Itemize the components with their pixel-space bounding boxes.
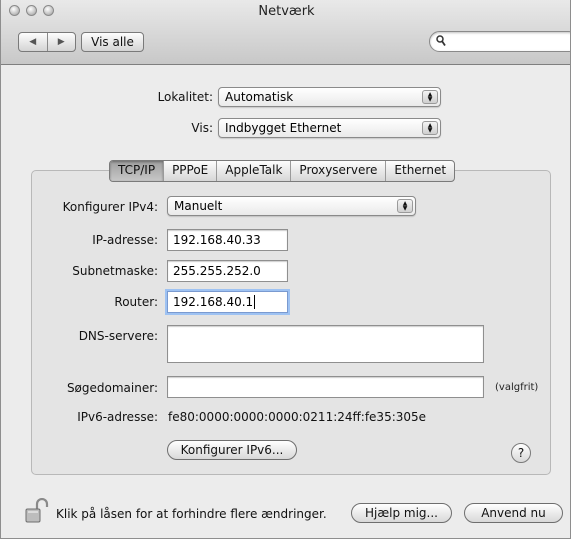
lock-icon[interactable] xyxy=(25,498,49,524)
router-field[interactable]: 192.168.40.1 xyxy=(167,291,288,313)
help-button[interactable]: Hjælp mig... xyxy=(351,503,452,523)
ip-address-label: IP-adresse: xyxy=(92,233,158,247)
apply-button[interactable]: Anvend nu xyxy=(464,503,563,523)
location-popup[interactable]: Automatisk ▲ ▼ xyxy=(218,87,441,107)
dns-servers-field[interactable] xyxy=(167,325,484,363)
network-preferences-window: Netværk ◀ ▶ Vis alle Lokalitet: Automati… xyxy=(0,0,571,539)
configure-ipv4-value: Manuelt xyxy=(174,199,223,213)
ipv6-address-value: fe80:0000:0000:0000:0211:24ff:fe35:305e xyxy=(168,410,427,424)
location-label: Lokalitet: xyxy=(157,90,213,104)
search-domains-label: Søgedomainer: xyxy=(66,381,158,395)
popup-arrows-icon: ▲ ▼ xyxy=(422,121,438,135)
forward-button[interactable]: ▶ xyxy=(48,33,76,51)
configure-ipv6-button[interactable]: Konfigurer IPv6... xyxy=(167,440,297,460)
popup-arrows-icon: ▲ ▼ xyxy=(397,199,413,213)
show-all-button[interactable]: Vis alle xyxy=(81,32,144,52)
popup-arrows-icon: ▲ ▼ xyxy=(422,90,438,104)
search-icon xyxy=(436,35,446,47)
search-field[interactable] xyxy=(429,31,570,52)
text-cursor xyxy=(254,295,256,309)
show-value: Indbygget Ethernet xyxy=(225,121,342,135)
question-mark-icon: ? xyxy=(517,446,525,460)
subnet-mask-field[interactable]: 255.255.252.0 xyxy=(167,260,288,282)
tab-proxy[interactable]: Proxyservere xyxy=(291,161,387,181)
tab-tcpip[interactable]: TCP/IP xyxy=(110,161,165,181)
forward-arrow-icon: ▶ xyxy=(57,37,65,47)
router-label: Router: xyxy=(114,295,158,309)
subnet-mask-label: Subnetmaske: xyxy=(72,264,158,278)
tab-pppoe[interactable]: PPPoE xyxy=(164,161,218,181)
lock-message: Klik på låsen for at forhindre flere ænd… xyxy=(56,507,327,521)
back-arrow-icon: ◀ xyxy=(29,37,37,47)
back-forward-control: ◀ ▶ xyxy=(18,32,76,52)
help-icon-button[interactable]: ? xyxy=(511,443,531,463)
show-popup[interactable]: Indbygget Ethernet ▲ ▼ xyxy=(218,118,441,138)
configure-ipv4-popup[interactable]: Manuelt ▲ ▼ xyxy=(167,196,416,216)
optional-note: (valgfrit) xyxy=(495,382,539,393)
ip-address-field[interactable]: 192.168.40.33 xyxy=(167,229,288,251)
title-bar: Netværk ◀ ▶ Vis alle xyxy=(1,0,570,65)
configure-ipv4-label: Konfigurer IPv4: xyxy=(62,200,158,214)
search-domains-field[interactable] xyxy=(167,376,484,398)
ipv6-address-label: IPv6-adresse: xyxy=(77,410,158,424)
tab-ethernet[interactable]: Ethernet xyxy=(386,161,454,181)
show-label: Vis: xyxy=(191,121,213,135)
tab-appletalk[interactable]: AppleTalk xyxy=(217,161,292,181)
tab-bar: TCP/IP PPPoE AppleTalk Proxyservere Ethe… xyxy=(109,160,456,182)
router-value: 192.168.40.1 xyxy=(173,295,254,309)
back-button[interactable]: ◀ xyxy=(19,33,48,51)
location-value: Automatisk xyxy=(225,90,294,104)
dns-servers-label: DNS-servere: xyxy=(78,329,158,343)
window-title: Netværk xyxy=(258,4,315,19)
